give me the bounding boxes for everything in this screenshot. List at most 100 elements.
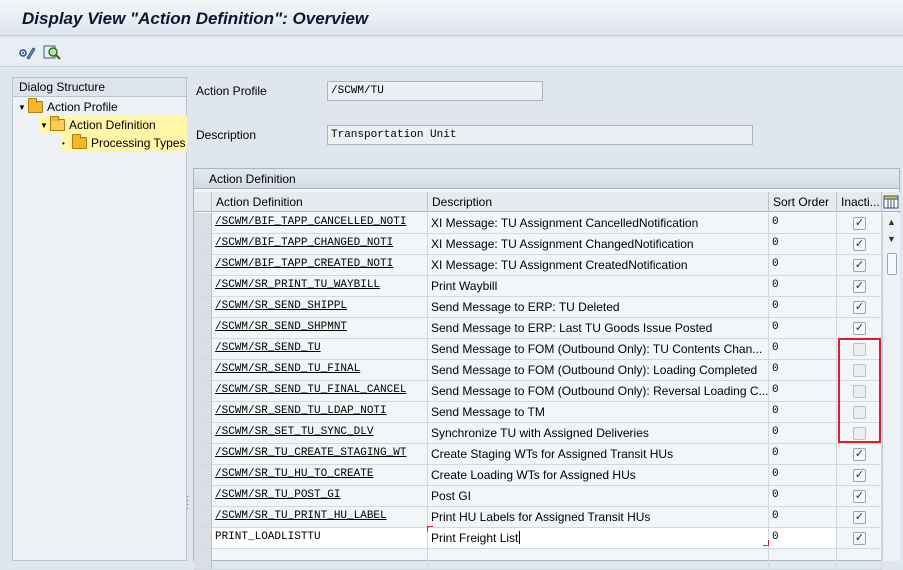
column-header-sort-order[interactable]: Sort Order — [769, 192, 837, 212]
action-definition-cell[interactable]: /SCWM/SR_TU_PRINT_HU_LABEL — [212, 507, 428, 528]
empty-table-row[interactable] — [194, 549, 882, 570]
table-row[interactable]: /SCWM/SR_TU_CREATE_STAGING_WT Create Stag… — [194, 444, 882, 465]
row-selector[interactable] — [194, 213, 212, 234]
description-cell[interactable]: XI Message: TU Assignment CancelledNotif… — [428, 213, 769, 234]
action-definition-link[interactable]: /SCWM/SR_SEND_SHIPPL — [215, 300, 347, 312]
table-row[interactable]: /SCWM/BIF_TAPP_CHANGED_NOTI XI Message: T… — [194, 234, 882, 255]
column-header-action-definition[interactable]: Action Definition — [212, 192, 428, 212]
expand-triangle-icon[interactable]: ▼ — [18, 103, 28, 112]
row-selector[interactable] — [194, 297, 212, 318]
description-cell[interactable]: Send Message to ERP: Last TU Goods Issue… — [428, 318, 769, 339]
inactive-checkbox[interactable]: ✓ — [853, 511, 866, 524]
table-row[interactable]: PRINT_LOADLISTTU Print Freight List 0 ✓ — [194, 528, 882, 549]
sort-order-cell[interactable]: 0 — [769, 528, 837, 549]
sort-order-cell[interactable]: 0 — [769, 360, 837, 381]
row-selector[interactable] — [194, 465, 212, 486]
action-definition-link[interactable]: /SCWM/SR_TU_PRINT_HU_LABEL — [215, 510, 387, 522]
inactive-checkbox[interactable]: ✓ — [853, 532, 866, 545]
tree-item-action-profile[interactable]: ▼ Action Profile — [18, 98, 118, 116]
inactive-checkbox[interactable]: ✓ — [853, 448, 866, 461]
scrollbar-thumb[interactable] — [887, 253, 897, 275]
sort-order-cell[interactable]: 0 — [769, 234, 837, 255]
sort-order-cell[interactable]: 0 — [769, 507, 837, 528]
action-definition-cell[interactable]: /SCWM/SR_SEND_TU — [212, 339, 428, 360]
inactive-checkbox[interactable]: ✓ — [853, 301, 866, 314]
empty-cell[interactable] — [769, 549, 837, 570]
action-definition-link[interactable]: /SCWM/SR_PRINT_TU_WAYBILL — [215, 279, 380, 291]
description-cell[interactable]: Send Message to FOM (Outbound Only): Loa… — [428, 360, 769, 381]
column-header-description[interactable]: Description — [428, 192, 769, 212]
table-row[interactable]: /SCWM/SR_SEND_TU_LDAP_NOTI Send Message t… — [194, 402, 882, 423]
action-definition-link[interactable]: PRINT_LOADLISTTU — [215, 531, 321, 543]
row-selector[interactable] — [194, 234, 212, 255]
description-cell[interactable]: Create Staging WTs for Assigned Transit … — [428, 444, 769, 465]
scroll-up-icon[interactable]: ▲ — [887, 217, 896, 227]
row-selector[interactable] — [194, 276, 212, 297]
vertical-scrollbar[interactable]: ▲ ▼ — [882, 213, 900, 561]
description-cell[interactable]: Send Message to FOM (Outbound Only): Rev… — [428, 381, 769, 402]
row-selector[interactable] — [194, 318, 212, 339]
action-definition-link[interactable]: /SCWM/SR_SEND_TU_FINAL_CANCEL — [215, 384, 406, 396]
sort-order-cell[interactable]: 0 — [769, 297, 837, 318]
empty-cell[interactable] — [428, 549, 769, 570]
table-row[interactable]: /SCWM/SR_TU_HU_TO_CREATE Create Loading W… — [194, 465, 882, 486]
sort-order-cell[interactable]: 0 — [769, 339, 837, 360]
action-definition-link[interactable]: /SCWM/SR_TU_HU_TO_CREATE — [215, 468, 373, 480]
inactive-checkbox[interactable]: ✓ — [853, 259, 866, 272]
action-definition-link[interactable]: /SCWM/SR_SEND_TU_FINAL — [215, 363, 360, 375]
sort-order-cell[interactable]: 0 — [769, 465, 837, 486]
inactive-checkbox[interactable]: ✓ — [853, 217, 866, 230]
find-icon[interactable] — [42, 43, 62, 63]
action-definition-link[interactable]: /SCWM/SR_TU_CREATE_STAGING_WT — [215, 447, 406, 459]
row-selector[interactable] — [194, 528, 212, 549]
action-definition-cell[interactable]: /SCWM/BIF_TAPP_CREATED_NOTI — [212, 255, 428, 276]
empty-cell[interactable] — [837, 549, 882, 570]
inactive-checkbox[interactable]: ✓ — [853, 280, 866, 293]
action-definition-link[interactable]: /SCWM/SR_SET_TU_SYNC_DLV — [215, 426, 373, 438]
expand-triangle-icon[interactable]: ▼ — [40, 121, 50, 130]
row-selector[interactable] — [194, 444, 212, 465]
description-cell[interactable]: Synchronize TU with Assigned Deliveries — [428, 423, 769, 444]
table-row[interactable]: /SCWM/SR_SEND_TU_FINAL_CANCEL Send Messag… — [194, 381, 882, 402]
table-settings-icon[interactable] — [882, 192, 900, 212]
table-row[interactable]: /SCWM/SR_SEND_TU Send Message to FOM (Out… — [194, 339, 882, 360]
sort-order-cell[interactable]: 0 — [769, 276, 837, 297]
sort-order-cell[interactable]: 0 — [769, 255, 837, 276]
description-cell[interactable]: XI Message: TU Assignment CreatedNotific… — [428, 255, 769, 276]
empty-cell[interactable] — [212, 549, 428, 570]
action-definition-cell[interactable]: /SCWM/SR_TU_CREATE_STAGING_WT — [212, 444, 428, 465]
select-all-column-header[interactable] — [194, 192, 212, 212]
sort-order-cell[interactable]: 0 — [769, 318, 837, 339]
description-cell[interactable]: Print Freight List — [428, 528, 769, 549]
action-definition-link[interactable]: /SCWM/SR_SEND_TU_LDAP_NOTI — [215, 405, 387, 417]
description-cell[interactable]: Post GI — [428, 486, 769, 507]
sort-order-cell[interactable]: 0 — [769, 423, 837, 444]
table-row[interactable]: /SCWM/SR_SET_TU_SYNC_DLV Synchronize TU w… — [194, 423, 882, 444]
action-profile-field[interactable]: /SCWM/TU — [327, 81, 543, 101]
action-definition-cell[interactable]: /SCWM/SR_SET_TU_SYNC_DLV — [212, 423, 428, 444]
action-definition-cell[interactable]: PRINT_LOADLISTTU — [212, 528, 428, 549]
description-cell[interactable]: Create Loading WTs for Assigned HUs — [428, 465, 769, 486]
row-selector[interactable] — [194, 339, 212, 360]
action-definition-cell[interactable]: /SCWM/BIF_TAPP_CANCELLED_NOTI — [212, 213, 428, 234]
sort-order-cell[interactable]: 0 — [769, 213, 837, 234]
action-definition-cell[interactable]: /SCWM/SR_SEND_SHIPPL — [212, 297, 428, 318]
row-selector[interactable] — [194, 486, 212, 507]
action-definition-link[interactable]: /SCWM/BIF_TAPP_CREATED_NOTI — [215, 258, 393, 270]
table-row[interactable]: /SCWM/BIF_TAPP_CANCELLED_NOTI XI Message:… — [194, 213, 882, 234]
table-row[interactable]: /SCWM/BIF_TAPP_CREATED_NOTI XI Message: T… — [194, 255, 882, 276]
action-definition-cell[interactable]: /SCWM/SR_TU_POST_GI — [212, 486, 428, 507]
table-row[interactable]: /SCWM/SR_TU_PRINT_HU_LABEL Print HU Label… — [194, 507, 882, 528]
inactive-checkbox[interactable]: ✓ — [853, 238, 866, 251]
description-cell[interactable]: XI Message: TU Assignment ChangedNotific… — [428, 234, 769, 255]
action-definition-link[interactable]: /SCWM/BIF_TAPP_CHANGED_NOTI — [215, 237, 393, 249]
display-change-icon[interactable] — [17, 43, 37, 63]
description-cell[interactable]: Print Waybill — [428, 276, 769, 297]
action-definition-link[interactable]: /SCWM/BIF_TAPP_CANCELLED_NOTI — [215, 216, 406, 228]
row-selector[interactable] — [194, 423, 212, 444]
tree-item-action-definition[interactable]: ▼ Action Definition — [40, 116, 187, 134]
description-cell[interactable]: Send Message to TM — [428, 402, 769, 423]
tree-item-processing-types[interactable]: • Processing Types — [62, 134, 187, 152]
action-definition-cell[interactable]: /SCWM/SR_SEND_TU_LDAP_NOTI — [212, 402, 428, 423]
sort-order-cell[interactable]: 0 — [769, 486, 837, 507]
